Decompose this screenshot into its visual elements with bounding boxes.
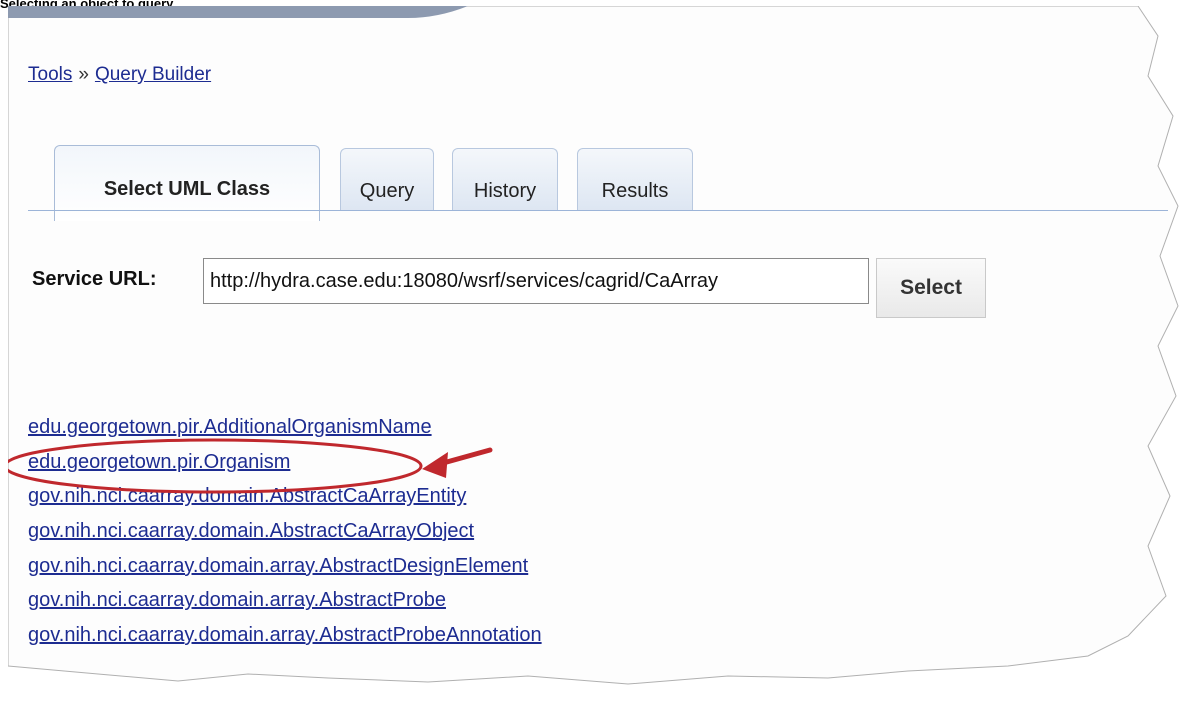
list-item: gov.nih.nci.caarray.domain.AbstractCaArr… xyxy=(28,481,542,516)
list-item: edu.georgetown.pir.Organism xyxy=(28,447,542,482)
service-url-input[interactable] xyxy=(203,258,869,304)
select-service-button[interactable]: Select xyxy=(876,258,986,318)
uml-class-link[interactable]: edu.georgetown.pir.Organism xyxy=(28,451,290,473)
breadcrumb-separator: » xyxy=(78,64,89,85)
uml-class-link[interactable]: gov.nih.nci.caarray.domain.AbstractCaArr… xyxy=(28,520,474,542)
breadcrumb-query-builder-link[interactable]: Query Builder xyxy=(95,64,211,85)
list-item: gov.nih.nci.caarray.domain.AbstractCaArr… xyxy=(28,516,542,551)
breadcrumb-tools-link[interactable]: Tools xyxy=(28,64,72,85)
query-builder-panel: Tools» Query Builder Select UML Class Que… xyxy=(8,6,1188,704)
uml-class-link[interactable]: gov.nih.nci.caarray.domain.AbstractCaArr… xyxy=(28,485,466,507)
uml-class-link[interactable]: gov.nih.nci.caarray.domain.array.Abstrac… xyxy=(28,624,542,646)
uml-class-link[interactable]: gov.nih.nci.caarray.domain.array.Abstrac… xyxy=(28,555,528,577)
list-item: gov.nih.nci.caarray.domain.array.Abstrac… xyxy=(28,585,542,620)
uml-class-list: edu.georgetown.pir.AdditionalOrganismNam… xyxy=(28,412,542,655)
tab-results[interactable]: Results xyxy=(577,148,693,211)
tab-query[interactable]: Query xyxy=(340,148,434,211)
list-item: gov.nih.nci.caarray.domain.array.Abstrac… xyxy=(28,551,542,586)
tab-history[interactable]: History xyxy=(452,148,558,211)
uml-class-link[interactable]: edu.georgetown.pir.AdditionalOrganismNam… xyxy=(28,416,432,438)
breadcrumb: Tools » Query Builder xyxy=(28,64,211,86)
list-item: edu.georgetown.pir.AdditionalOrganismNam… xyxy=(28,412,542,447)
service-url-label: Service URL: xyxy=(32,268,157,290)
tabs-divider xyxy=(28,210,1168,211)
list-item: gov.nih.nci.caarray.domain.array.Abstrac… xyxy=(28,620,542,655)
uml-class-link[interactable]: gov.nih.nci.caarray.domain.array.Abstrac… xyxy=(28,589,446,611)
